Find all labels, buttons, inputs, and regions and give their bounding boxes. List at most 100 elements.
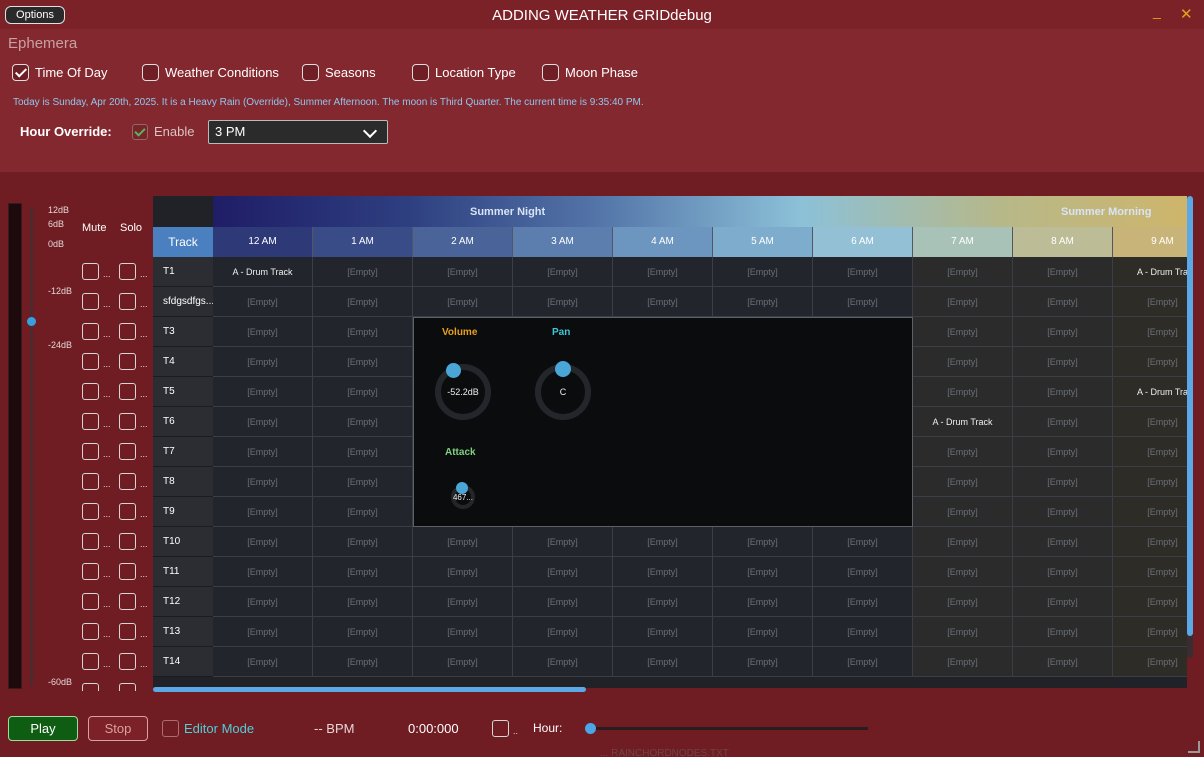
grid-cell[interactable]: [Empty]	[313, 407, 413, 437]
grid-cell[interactable]: [Empty]	[1113, 527, 1187, 557]
track-name[interactable]: T11	[153, 557, 213, 587]
grid-cell[interactable]: [Empty]	[1013, 617, 1113, 647]
grid-cell[interactable]: [Empty]	[513, 557, 613, 587]
solo-checkbox[interactable]	[119, 383, 136, 400]
grid-cell[interactable]: [Empty]	[1113, 617, 1187, 647]
solo-checkbox[interactable]	[119, 653, 136, 670]
mute-checkbox[interactable]	[82, 263, 99, 280]
mute-checkbox[interactable]	[82, 443, 99, 460]
grid-cell[interactable]: [Empty]	[513, 527, 613, 557]
grid-cell[interactable]: [Empty]	[613, 287, 713, 317]
mute-checkbox[interactable]	[82, 533, 99, 550]
grid-cell[interactable]: [Empty]	[213, 617, 313, 647]
horizontal-scroll-thumb[interactable]	[153, 687, 586, 692]
track-name[interactable]: T9	[153, 497, 213, 527]
grid-cell[interactable]: [Empty]	[413, 617, 513, 647]
grid-cell[interactable]: [Empty]	[1113, 407, 1187, 437]
play-button[interactable]: Play	[8, 716, 78, 741]
grid-cell[interactable]: [Empty]	[813, 257, 913, 287]
checkbox-moon-phase[interactable]	[542, 63, 559, 81]
close-icon[interactable]: ✕	[1180, 5, 1193, 23]
grid-cell[interactable]: [Empty]	[1013, 257, 1113, 287]
grid-cell[interactable]: [Empty]	[1113, 317, 1187, 347]
grid-cell[interactable]: [Empty]	[1013, 587, 1113, 617]
grid-cell[interactable]: [Empty]	[1113, 347, 1187, 377]
grid-cell[interactable]: [Empty]	[1013, 287, 1113, 317]
grid-cell[interactable]: [Empty]	[1113, 437, 1187, 467]
master-volume-thumb[interactable]	[27, 317, 36, 326]
grid-cell[interactable]: [Empty]	[313, 437, 413, 467]
grid-cell[interactable]: [Empty]	[913, 587, 1013, 617]
vertical-scroll-thumb[interactable]	[1187, 196, 1193, 636]
grid-cell[interactable]: [Empty]	[213, 287, 313, 317]
mute-checkbox[interactable]	[82, 473, 99, 490]
grid-cell[interactable]: [Empty]	[313, 287, 413, 317]
track-name[interactable]: T13	[153, 617, 213, 647]
track-name[interactable]: T7	[153, 437, 213, 467]
solo-checkbox[interactable]	[119, 323, 136, 340]
grid-cell[interactable]: [Empty]	[313, 587, 413, 617]
mute-checkbox[interactable]	[82, 683, 99, 691]
grid-cell[interactable]: [Empty]	[1013, 497, 1113, 527]
grid-cell[interactable]: [Empty]	[313, 497, 413, 527]
mute-checkbox[interactable]	[82, 353, 99, 370]
grid-cell[interactable]: [Empty]	[1113, 557, 1187, 587]
grid-cell[interactable]: [Empty]	[1013, 647, 1113, 677]
pan-knob-indicator[interactable]	[555, 361, 571, 377]
toggle-time-of-day[interactable]: Time Of Day	[12, 63, 107, 81]
grid-cell[interactable]: [Empty]	[913, 617, 1013, 647]
vertical-scrollbar[interactable]	[1187, 196, 1193, 658]
grid-cell[interactable]: [Empty]	[313, 377, 413, 407]
grid-cell[interactable]: A - Drum Track	[913, 407, 1013, 437]
grid-cell[interactable]: [Empty]	[413, 257, 513, 287]
grid-cell[interactable]: [Empty]	[413, 287, 513, 317]
grid-cell[interactable]: [Empty]	[813, 557, 913, 587]
grid-cell[interactable]: [Empty]	[513, 587, 613, 617]
grid-cell[interactable]: [Empty]	[1113, 587, 1187, 617]
grid-cell[interactable]: [Empty]	[213, 557, 313, 587]
grid-cell[interactable]: [Empty]	[313, 467, 413, 497]
track-name[interactable]: T14	[153, 647, 213, 677]
solo-checkbox[interactable]	[119, 293, 136, 310]
editor-mode-checkbox[interactable]	[162, 720, 179, 737]
grid-cell[interactable]: [Empty]	[1013, 557, 1113, 587]
grid-cell[interactable]: A - Drum Tra	[1113, 257, 1187, 287]
grid-cell[interactable]: [Empty]	[413, 557, 513, 587]
checkbox-location-type[interactable]	[412, 63, 429, 81]
grid-cell[interactable]: [Empty]	[1113, 497, 1187, 527]
grid-cell[interactable]: [Empty]	[813, 527, 913, 557]
grid-cell[interactable]: [Empty]	[413, 587, 513, 617]
grid-cell[interactable]: [Empty]	[913, 437, 1013, 467]
grid-cell[interactable]: [Empty]	[213, 497, 313, 527]
minimize-icon[interactable]: _	[1153, 3, 1161, 19]
solo-checkbox[interactable]	[119, 623, 136, 640]
solo-checkbox[interactable]	[119, 683, 136, 691]
grid-cell[interactable]: [Empty]	[213, 377, 313, 407]
grid-cell[interactable]: [Empty]	[613, 617, 713, 647]
mute-checkbox[interactable]	[82, 413, 99, 430]
checkbox-weather-conditions[interactable]	[142, 63, 159, 81]
grid-cell[interactable]: [Empty]	[713, 587, 813, 617]
mute-checkbox[interactable]	[82, 623, 99, 640]
grid-cell[interactable]: [Empty]	[713, 287, 813, 317]
stop-button[interactable]: Stop	[88, 716, 148, 741]
track-name[interactable]: T10	[153, 527, 213, 557]
hour-slider[interactable]	[590, 727, 868, 730]
grid-cell[interactable]: [Empty]	[713, 557, 813, 587]
loop-checkbox[interactable]	[492, 720, 509, 737]
toggle-moon-phase[interactable]: Moon Phase	[542, 63, 638, 81]
grid-cell[interactable]: [Empty]	[1013, 527, 1113, 557]
grid-cell[interactable]: [Empty]	[613, 647, 713, 677]
toggle-seasons[interactable]: Seasons	[302, 63, 376, 81]
grid-cell[interactable]: [Empty]	[713, 617, 813, 647]
grid-cell[interactable]: [Empty]	[513, 617, 613, 647]
grid-cell[interactable]: [Empty]	[613, 557, 713, 587]
checkbox-seasons[interactable]	[302, 63, 319, 81]
grid-cell[interactable]: [Empty]	[1013, 407, 1113, 437]
grid-cell[interactable]: [Empty]	[1013, 377, 1113, 407]
grid-cell[interactable]: [Empty]	[513, 257, 613, 287]
grid-cell[interactable]: [Empty]	[213, 437, 313, 467]
grid-cell[interactable]: [Empty]	[1013, 437, 1113, 467]
grid-cell[interactable]: [Empty]	[313, 317, 413, 347]
track-name[interactable]: T5	[153, 377, 213, 407]
